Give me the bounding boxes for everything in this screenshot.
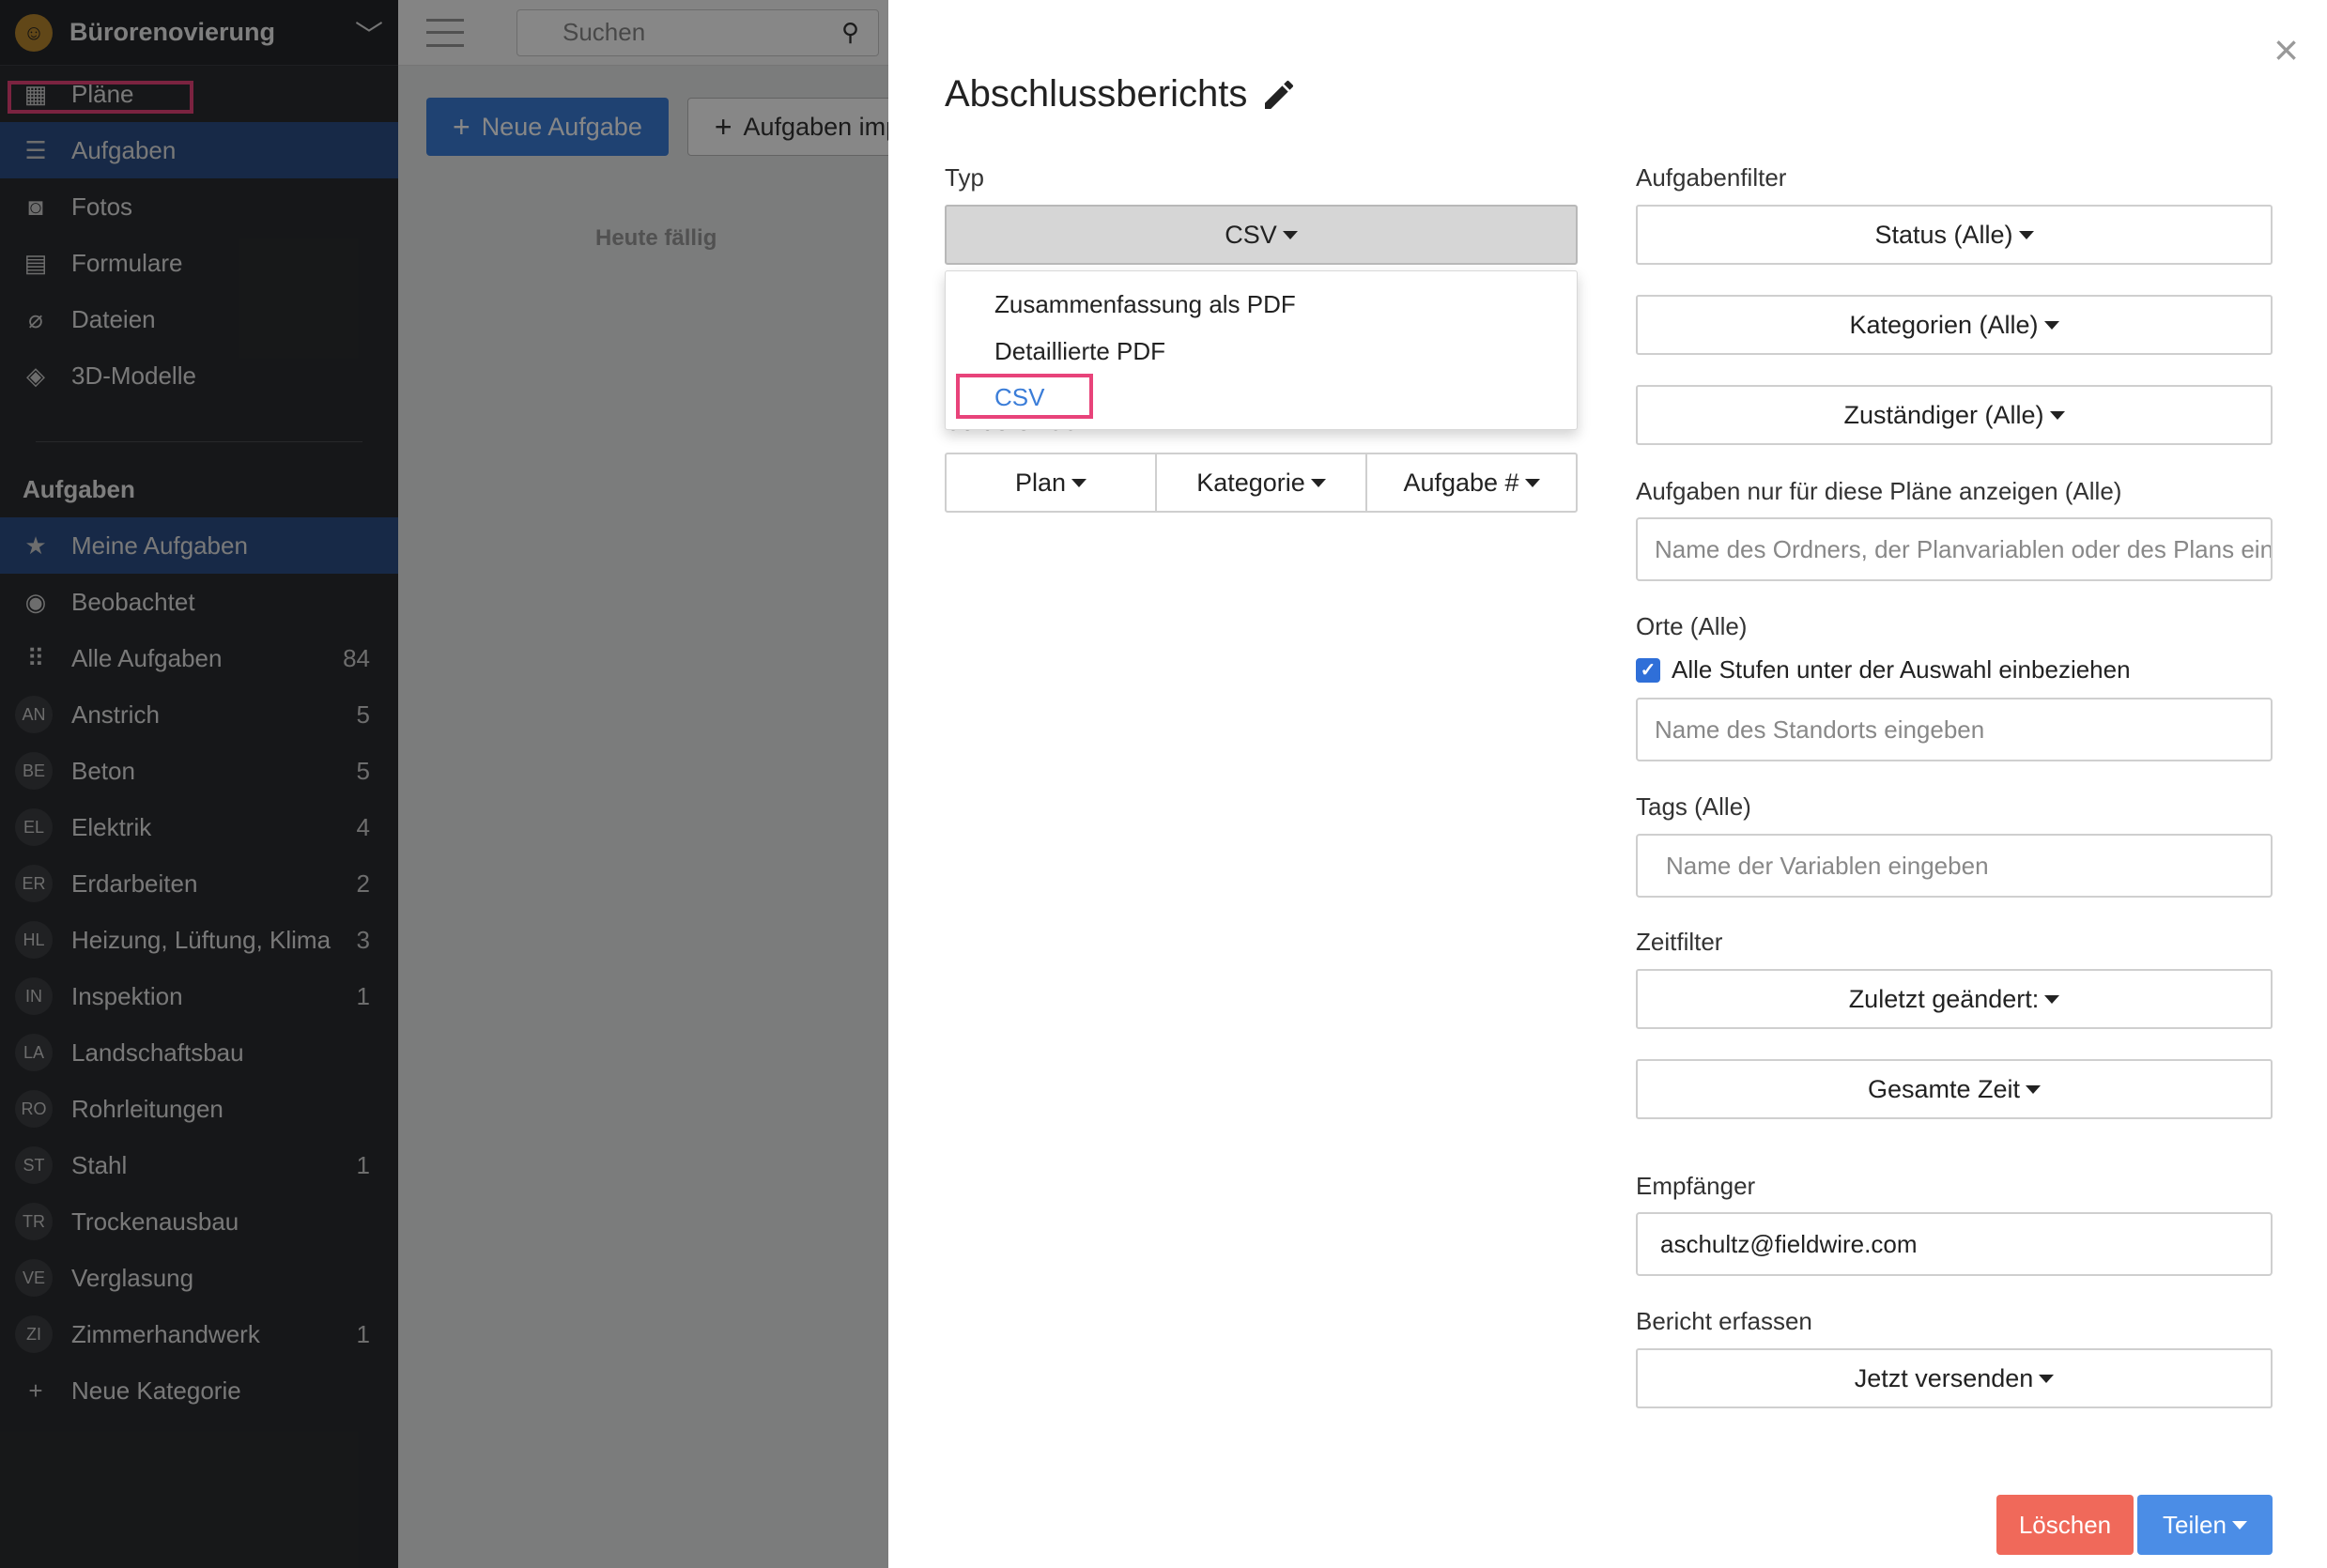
include-levels-checkbox[interactable]: ✓ [1636,657,1660,683]
caret-down-icon [2039,1374,2055,1383]
close-icon[interactable]: × [2273,28,2299,71]
total-time-dropdown[interactable]: Gesamte Zeit [1636,1059,2273,1119]
send-now-label: Jetzt versenden [1854,1363,2034,1392]
include-levels-checkbox-row[interactable]: ✓ Alle Stufen unter der Auswahl einbezie… [1636,655,2131,684]
modal-title: Abschlussberichts [945,73,1298,115]
location-input[interactable]: Name des Standorts eingeben [1636,698,2273,761]
caret-down-icon [1071,478,1087,487]
total-time-label: Gesamte Zeit [1867,1074,2021,1103]
task-filter-label: Aufgabenfilter [1636,163,1787,192]
locations-label: Orte (Alle) [1636,612,1748,640]
modal-title-text: Abschlussberichts [945,73,1248,115]
type-dropdown-menu: Zusammenfassung als PDF Detaillierte PDF… [945,270,1578,430]
caret-down-icon [2018,230,2034,239]
assignee-filter-dropdown[interactable]: Zuständiger (Alle) [1636,385,2273,445]
assignee-filter-label: Zuständiger (Alle) [1843,400,2044,429]
tags-input[interactable]: Name der Variablen eingeben [1636,834,2273,898]
caret-down-icon [2043,320,2059,330]
status-filter-label: Status (Alle) [1874,220,2013,249]
category-filter-dropdown[interactable]: Kategorien (Alle) [1636,295,2273,355]
highlight-box [956,374,1093,419]
sort-plan-label: Plan [1014,468,1067,497]
last-changed-label: Zuletzt geändert: [1848,984,2040,1013]
recipient-input[interactable]: aschultz@fieldwire.com [1636,1212,2273,1276]
pencil-icon[interactable] [1260,76,1298,114]
menu-item-summary-pdf[interactable]: Zusammenfassung als PDF [994,290,1296,319]
plans-input[interactable]: Name des Ordners, der Planvariablen oder… [1636,517,2273,581]
status-filter-dropdown[interactable]: Status (Alle) [1636,205,2273,265]
sort-plan-button[interactable]: Plan [945,453,1157,513]
type-dropdown[interactable]: CSV [945,205,1578,265]
caret-down-icon [1310,478,1326,487]
plans-label: Aufgaben nur für diese Pläne anzeigen (A… [1636,477,2122,505]
type-label: Typ [945,163,984,192]
share-label: Teilen [2163,1510,2227,1539]
recipient-label: Empfänger [1636,1172,1756,1200]
type-value: CSV [1225,220,1277,249]
sort-task-number-button[interactable]: Aufgabe # [1365,453,1578,513]
sort-task-number-label: Aufgabe # [1403,468,1519,497]
share-button[interactable]: Teilen [2137,1495,2273,1555]
modal-backdrop[interactable] [0,0,888,1568]
caret-down-icon [2231,1520,2247,1530]
last-changed-dropdown[interactable]: Zuletzt geändert: [1636,969,2273,1029]
time-filter-label: Zeitfilter [1636,928,1723,956]
caret-down-icon [2049,410,2065,420]
sort-category-label: Kategorie [1196,468,1305,497]
category-filter-label: Kategorien (Alle) [1849,310,2039,339]
capture-report-label: Bericht erfassen [1636,1307,1812,1335]
tags-label: Tags (Alle) [1636,792,1751,821]
caret-down-icon [1282,230,1298,239]
caret-down-icon [2044,994,2060,1004]
caret-down-icon [1524,478,1540,487]
report-modal: Abschlussberichts × Typ CSV Sortiere nac… [888,0,2327,1568]
include-levels-label: Alle Stufen unter der Auswahl einbeziehe… [1672,655,2131,684]
send-now-dropdown[interactable]: Jetzt versenden [1636,1348,2273,1408]
caret-down-icon [2026,1084,2042,1094]
sort-category-button[interactable]: Kategorie [1155,453,1367,513]
sort-button-group: Plan Kategorie Aufgabe # [945,453,1578,513]
menu-item-detailed-pdf[interactable]: Detaillierte PDF [994,337,1165,366]
delete-button[interactable]: Löschen [1996,1495,2134,1555]
